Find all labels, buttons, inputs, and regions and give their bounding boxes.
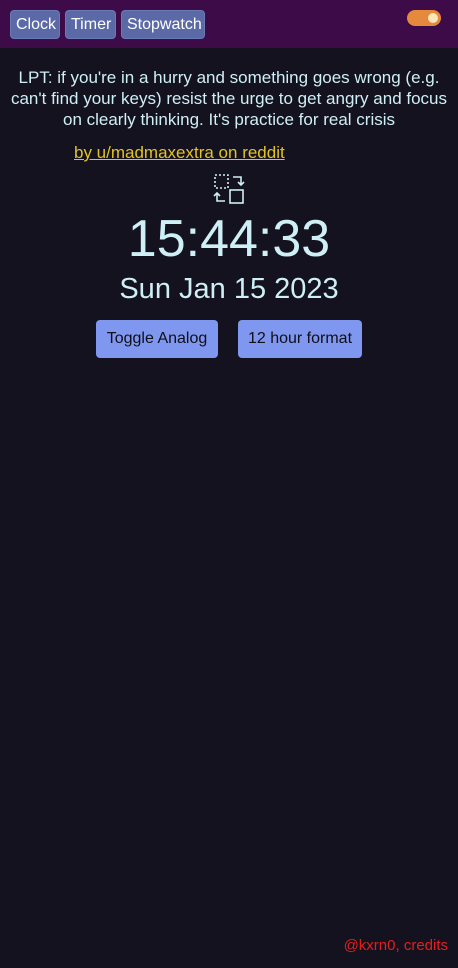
toggle-knob	[428, 13, 438, 23]
tab-clock[interactable]: Clock	[10, 10, 60, 39]
clock-time: 15:44:33	[127, 210, 331, 268]
swap-view-icon[interactable]	[212, 172, 246, 206]
tab-stopwatch[interactable]: Stopwatch	[121, 10, 205, 39]
clock-date: Sun Jan 15 2023	[119, 273, 339, 305]
quote-author-link[interactable]: by u/madmaxextra on reddit	[74, 142, 285, 163]
toggle-analog-button[interactable]: Toggle Analog	[96, 320, 218, 358]
quote-text: LPT: if you're in a hurry and something …	[10, 68, 448, 129]
tab-timer[interactable]: Timer	[65, 10, 116, 39]
hour-format-button[interactable]: 12 hour format	[238, 320, 362, 358]
top-navigation-bar: Clock Timer Stopwatch	[0, 0, 458, 48]
theme-toggle[interactable]	[407, 10, 441, 26]
credits-link[interactable]: @kxrn0, credits	[344, 937, 448, 955]
